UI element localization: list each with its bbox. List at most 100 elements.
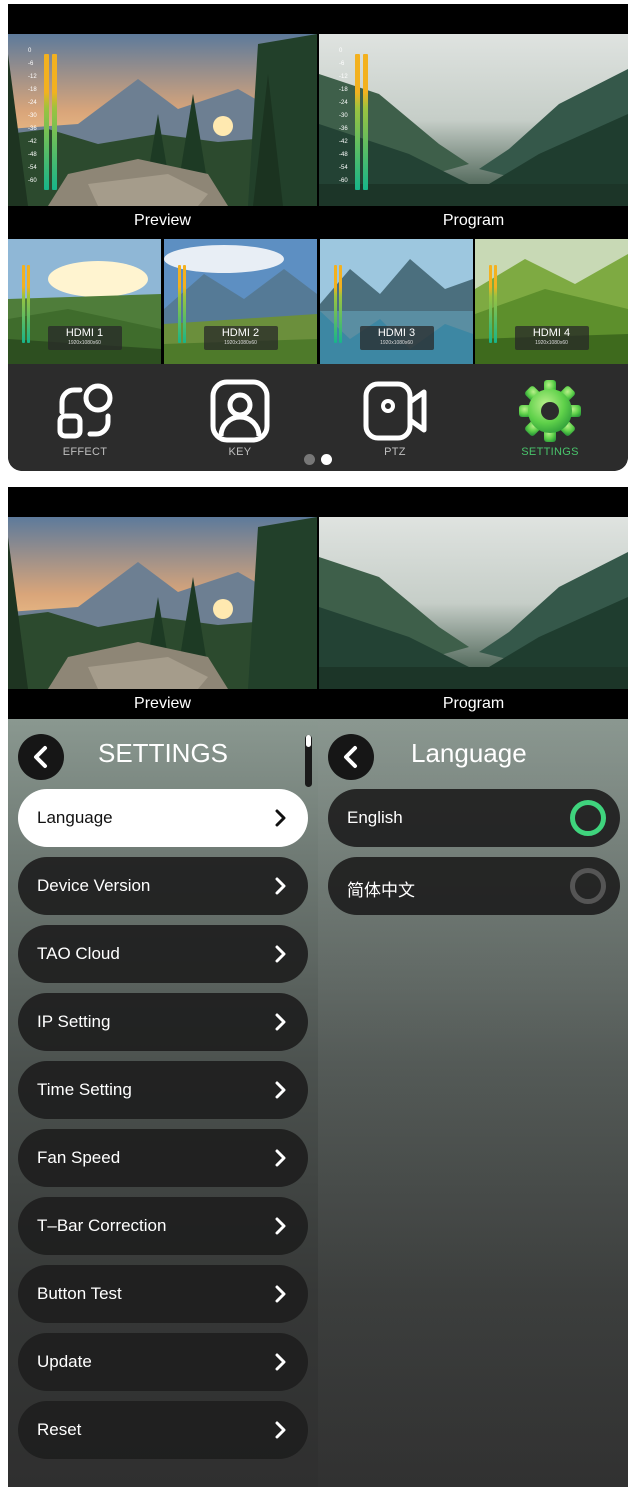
settings-item-time-setting[interactable]: Time Setting xyxy=(18,1061,308,1119)
hdmi-input-3[interactable]: HDMI 3 1920x1080x60 xyxy=(320,239,473,364)
input-name: HDMI 4 xyxy=(532,327,571,339)
program-label: Program xyxy=(319,689,628,719)
preview-image xyxy=(8,517,317,689)
meter-tick: -24 xyxy=(339,100,348,106)
meter-tick: -12 xyxy=(28,74,37,80)
input-resolution: 1920x1080x60 xyxy=(224,340,257,346)
preview-monitor[interactable] xyxy=(8,517,317,689)
settings-screen: Preview Program SETTINGS Language Device… xyxy=(8,487,628,1487)
meter-bar-right xyxy=(494,265,497,343)
settings-back-button[interactable] xyxy=(18,734,64,780)
settings-item-label: Device Version xyxy=(37,876,151,895)
meter-bar-left xyxy=(44,54,49,190)
hdmi-2-tag: HDMI 2 1920x1080x60 xyxy=(203,326,278,350)
chevron-right-icon xyxy=(275,877,286,895)
dock-key-button[interactable]: KEY xyxy=(185,378,295,458)
settings-item-language[interactable]: Language xyxy=(18,789,308,847)
meter-bar-right xyxy=(183,265,186,343)
radio-selected[interactable] xyxy=(570,800,606,836)
settings-title: SETTINGS xyxy=(98,738,229,768)
settings-header: SETTINGS xyxy=(8,734,308,780)
bottom-dock: EFFECT KEY PTZ SETTINGS xyxy=(8,364,628,471)
meter-bar-left xyxy=(178,265,181,343)
meter-scale: 0 -6 -12 -18 -24 -30 -36 -42 -48 -54 -60 xyxy=(28,48,42,193)
dock-label: EFFECT xyxy=(62,446,108,458)
effect-icon xyxy=(57,383,113,439)
scrollbar-thumb[interactable] xyxy=(306,735,311,747)
language-title: Language xyxy=(411,738,527,768)
meter-tick: -54 xyxy=(28,165,37,171)
meter-tick: -60 xyxy=(28,178,37,184)
settings-item-label: Time Setting xyxy=(37,1080,132,1099)
settings-item-tbar-correction[interactable]: T–Bar Correction xyxy=(18,1197,308,1255)
input-name: HDMI 1 xyxy=(65,327,104,339)
chevron-right-icon xyxy=(275,945,286,963)
meter-scale: 0 -6 -12 -18 -24 -30 -36 -42 -48 -54 -60 xyxy=(339,48,353,193)
chevron-right-icon xyxy=(275,1217,286,1235)
preview-monitor[interactable]: 0 -6 -12 -18 -24 -30 -36 -42 -48 -54 -60 xyxy=(8,34,317,206)
program-image xyxy=(319,517,628,689)
chevron-left-icon xyxy=(344,746,357,768)
settings-item-fan-speed[interactable]: Fan Speed xyxy=(18,1129,308,1187)
program-audio-meter: 0 -6 -12 -18 -24 -30 -36 -42 -48 -54 -60 xyxy=(339,48,379,193)
dock-settings-button[interactable]: SETTINGS xyxy=(495,378,605,458)
hdmi-3-tag: HDMI 3 1920x1080x60 xyxy=(359,326,434,350)
settings-item-label: T–Bar Correction xyxy=(37,1216,167,1235)
hdmi-4-tag: HDMI 4 1920x1080x60 xyxy=(514,326,589,350)
language-header: Language xyxy=(318,734,628,780)
page-indicator xyxy=(304,454,340,466)
meter-tick: -36 xyxy=(28,126,37,132)
meter-bar-left xyxy=(334,265,337,343)
program-monitor[interactable] xyxy=(319,517,628,689)
preview-label: Preview xyxy=(8,206,317,236)
settings-item-label: IP Setting xyxy=(37,1012,111,1031)
dock-effect-button[interactable]: EFFECT xyxy=(30,378,140,458)
dock-ptz-button[interactable]: PTZ xyxy=(340,378,450,458)
page-dot-current[interactable] xyxy=(321,454,332,465)
settings-item-reset[interactable]: Reset xyxy=(18,1401,308,1459)
hdmi-input-4[interactable]: HDMI 4 1920x1080x60 xyxy=(475,239,628,364)
settings-item-label: TAO Cloud xyxy=(37,944,120,963)
language-back-button[interactable] xyxy=(328,734,374,780)
hdmi-input-1[interactable]: HDMI 1 1920x1080x60 xyxy=(8,239,161,364)
settings-item-label: Reset xyxy=(37,1420,82,1439)
language-option-label: 简体中文 xyxy=(347,881,415,900)
language-option-chinese[interactable]: 简体中文 xyxy=(328,857,620,915)
meter-tick: -6 xyxy=(339,61,345,67)
ptz-camera-icon xyxy=(363,381,427,441)
dock-label: SETTINGS xyxy=(521,446,579,458)
meter-bar-left xyxy=(355,54,360,190)
settings-item-update[interactable]: Update xyxy=(18,1333,308,1391)
input-resolution: 1920x1080x60 xyxy=(68,340,101,346)
radio-unselected[interactable] xyxy=(570,868,606,904)
hdmi-input-2[interactable]: HDMI 2 1920x1080x60 xyxy=(164,239,317,364)
dock-label: PTZ xyxy=(384,446,406,458)
meter-bar-right xyxy=(339,265,342,343)
status-bar xyxy=(8,487,628,517)
meter-tick: -48 xyxy=(339,152,348,158)
chevron-right-icon xyxy=(275,1013,286,1031)
page-dot[interactable] xyxy=(304,454,315,465)
gear-icon xyxy=(519,380,581,442)
settings-item-device-version[interactable]: Device Version xyxy=(18,857,308,915)
meter-tick: -18 xyxy=(28,87,37,93)
settings-item-ip-setting[interactable]: IP Setting xyxy=(18,993,308,1051)
hdmi-1-tag: HDMI 1 1920x1080x60 xyxy=(47,326,122,350)
language-option-english[interactable]: English xyxy=(328,789,620,847)
meter-tick: -18 xyxy=(339,87,348,93)
key-person-icon xyxy=(210,379,270,443)
input-resolution: 1920x1080x60 xyxy=(380,340,413,346)
meter-bar-right xyxy=(27,265,30,343)
meter-bar-left xyxy=(489,265,492,343)
settings-item-tao-cloud[interactable]: TAO Cloud xyxy=(18,925,308,983)
chevron-left-icon xyxy=(34,746,47,768)
preview-label: Preview xyxy=(8,689,317,719)
settings-item-button-test[interactable]: Button Test xyxy=(18,1265,308,1323)
program-monitor[interactable]: 0 -6 -12 -18 -24 -30 -36 -42 -48 -54 -60 xyxy=(319,34,628,206)
input-name: HDMI 3 xyxy=(377,327,416,339)
meter-bar-right xyxy=(52,54,57,190)
meter-tick: -42 xyxy=(28,139,37,145)
language-option-label: English xyxy=(347,808,403,827)
settings-scrollbar[interactable] xyxy=(305,735,312,787)
meter-tick: 0 xyxy=(339,48,343,54)
